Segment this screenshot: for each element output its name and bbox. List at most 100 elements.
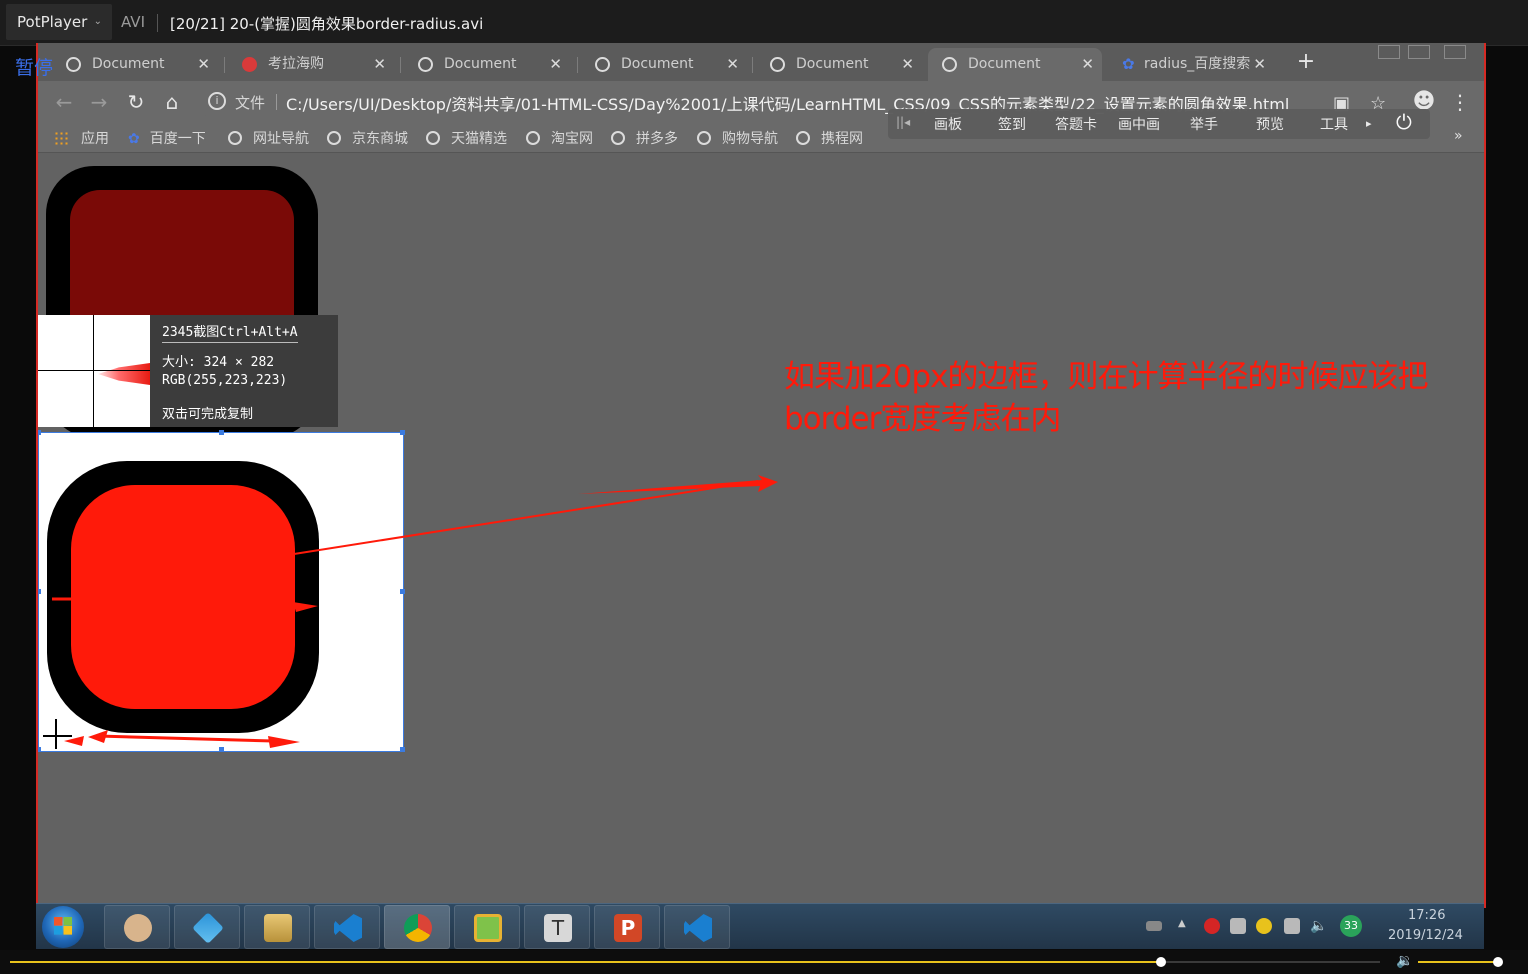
bookmark-jd[interactable]: 京东商城 [327,128,408,148]
close-icon[interactable]: ✕ [373,48,386,80]
chevron-down-icon: ⌄ [93,16,102,27]
chrome-icon [404,914,432,942]
tab-kaola[interactable]: 考拉海购 ✕ [228,48,394,81]
resize-handle[interactable] [400,747,405,752]
screen: PotPlayer ⌄ AVI [20/21] 20-(掌握)圆角效果borde… [0,0,1528,974]
tab-baidu-search[interactable]: ✿ radius_百度搜索 ✕ [1108,48,1274,81]
close-icon[interactable]: ✕ [901,48,914,80]
bookmark-baidu[interactable]: ✿ 百度一下 [128,128,206,148]
tab-document-3[interactable]: Document ✕ [581,48,747,81]
player-menu-button[interactable]: PotPlayer ⌄ [6,4,112,40]
volume-slider[interactable] [1418,961,1502,963]
security-icon[interactable] [1256,918,1272,934]
seek-bar[interactable] [10,957,1380,967]
restore-icon[interactable] [1408,45,1430,59]
globe-icon [426,131,440,145]
globe-icon [418,57,433,72]
start-button[interactable] [42,906,84,948]
resize-handle[interactable] [38,589,41,594]
network-icon[interactable] [1284,918,1300,934]
speaker-icon[interactable]: 🔈 [1310,918,1327,934]
tab-divider [400,57,401,73]
overlay-item-pip[interactable]: 画中画 [1118,114,1160,134]
resize-handle[interactable] [400,589,405,594]
home-icon[interactable]: ⌂ [158,88,186,116]
resize-handle[interactable] [38,430,41,435]
info-icon[interactable]: i [208,92,226,110]
resize-handle[interactable] [38,747,41,752]
chrome-app[interactable] [384,905,450,949]
screenshot-selection[interactable] [38,430,405,752]
overlay-item-tools[interactable]: 工具 [1320,114,1348,134]
url-scheme-label: 文件 [235,94,266,112]
power-icon[interactable]: ⏻ [1396,110,1412,134]
bookmark-ctrip[interactable]: 携程网 [796,128,863,148]
record-icon[interactable] [1204,918,1220,934]
volume-icon[interactable]: 🔉 [1396,953,1413,969]
snip-hint: 双击可完成复制 [162,407,254,422]
resize-handle[interactable] [400,430,405,435]
file-explorer-app[interactable] [244,905,310,949]
close-icon[interactable]: ✕ [197,48,210,80]
overlay-item-signin[interactable]: 签到 [998,114,1026,134]
tab-document-4[interactable]: Document ✕ [756,48,922,81]
collapse-arrow-icon[interactable]: ▸ [1366,117,1372,130]
grip-icon[interactable]: ||◂ [896,115,910,129]
player-controls: 🔉 [0,950,1528,974]
overlay-item-preview[interactable]: 预览 [1256,114,1284,134]
title-divider [157,14,158,32]
bookmark-shopping[interactable]: 购物导航 [697,128,778,148]
baidu-paw-icon: ✿ [1122,55,1135,73]
bookmark-label: 拼多多 [636,131,678,147]
tab-divider [224,57,225,73]
tab-document-active[interactable]: Document ✕ [928,48,1102,81]
bookmark-label: 淘宝网 [551,131,593,147]
new-tab-button[interactable]: + [1294,48,1318,78]
close-window-icon[interactable] [1444,45,1466,59]
more-bookmarks-icon[interactable]: » [1454,128,1463,144]
tray-expand-icon[interactable]: ▲ [1178,918,1194,934]
close-icon[interactable]: ✕ [549,48,562,80]
bookmark-taobao[interactable]: 淘宝网 [526,128,593,148]
tab-label: Document [92,56,165,72]
magnified-pixels [98,363,150,385]
clock-time[interactable]: 17:26 [1408,908,1445,923]
resize-handle[interactable] [219,430,224,435]
reload-icon[interactable]: ↻ [122,88,150,116]
globe-icon [942,57,957,72]
bookmark-tmall[interactable]: 天猫精选 [426,128,507,148]
overlay-item-answer-card[interactable]: 答题卡 [1055,114,1097,134]
notepad-app[interactable] [454,905,520,949]
clock-date[interactable]: 2019/12/24 [1388,928,1463,943]
resize-handle[interactable] [219,747,224,752]
tab-document-2[interactable]: Document ✕ [404,48,570,81]
menu-dots-icon[interactable]: ⋮ [1446,88,1474,116]
typora-icon: T [544,914,572,942]
vscode-app-2[interactable] [664,905,730,949]
bookmark-nav[interactable]: 网址导航 [228,128,309,148]
tab-document-1[interactable]: Document ✕ [52,48,218,81]
seek-thumb[interactable] [1155,957,1166,967]
vscode-app[interactable] [314,905,380,949]
flag-icon[interactable] [1230,918,1246,934]
user-avatar-app[interactable] [104,905,170,949]
tray-badge[interactable]: 33 [1340,915,1362,937]
overlay-item-raise-hand[interactable]: 举手 [1190,114,1218,134]
powerpoint-app[interactable]: P [594,905,660,949]
minimize-icon[interactable] [1378,45,1400,59]
kk-app[interactable] [174,905,240,949]
bookmark-pdd[interactable]: 拼多多 [611,128,678,148]
close-icon[interactable]: ✕ [1253,48,1266,80]
keyboard-icon[interactable] [1146,921,1162,931]
back-icon[interactable]: ← [50,88,78,116]
volume-thumb[interactable] [1493,957,1503,967]
forward-icon[interactable]: → [85,88,113,116]
magnifier [38,315,150,427]
close-icon[interactable]: ✕ [1081,48,1094,80]
typora-app[interactable]: T [524,905,590,949]
player-title-bar[interactable]: PotPlayer ⌄ AVI [20/21] 20-(掌握)圆角效果borde… [0,0,1528,46]
close-icon[interactable]: ✕ [726,48,739,80]
bookmark-apps[interactable]: 应用 [54,128,109,148]
overlay-item-board[interactable]: 画板 [934,114,962,134]
video-frame[interactable]: Document ✕ 考拉海购 ✕ Document ✕ Document ✕ [36,43,1486,908]
